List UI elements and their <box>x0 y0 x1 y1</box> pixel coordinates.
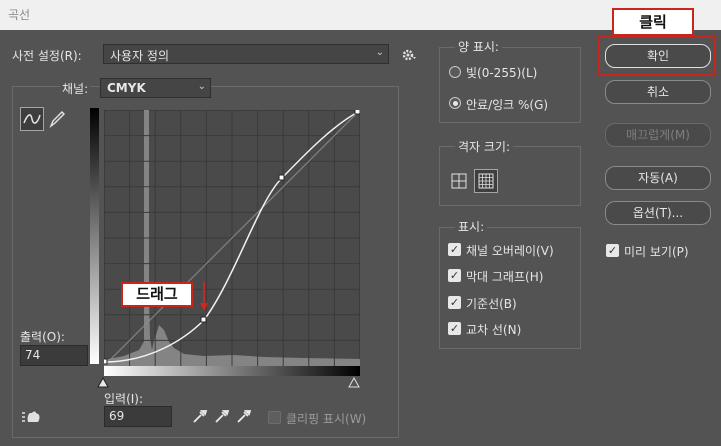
histogram-checkbox[interactable]: ✓ <box>448 269 461 282</box>
white-point-slider[interactable] <box>348 377 360 389</box>
preview-label: 미리 보기(P) <box>624 245 689 259</box>
channel-value: CMYK <box>107 81 146 95</box>
output-field[interactable]: 74 <box>20 345 88 366</box>
output-gradient-bar <box>90 108 99 364</box>
channel-label: 채널: <box>60 80 91 97</box>
channel-dropdown[interactable]: CMYK ⌄ <box>100 78 211 98</box>
grid-coarse-icon <box>451 173 467 189</box>
eyedropper-white-icon[interactable] <box>236 408 252 424</box>
grid-fine-icon <box>478 173 494 189</box>
curve-point[interactable] <box>278 174 285 181</box>
baseline-checkbox[interactable]: ✓ <box>448 296 461 309</box>
radio-pigment[interactable] <box>449 97 461 109</box>
grid-size-title: 격자 크기: <box>455 138 514 155</box>
preview-checkbox[interactable]: ✓ <box>606 244 619 257</box>
radio-pigment-label: 안료/잉크 %(G) <box>466 98 549 112</box>
eyedropper-black-icon[interactable] <box>192 408 208 424</box>
curve-point[interactable] <box>104 358 108 365</box>
preset-dropdown[interactable]: 사용자 정의 ⌄ <box>103 44 389 64</box>
grid-fine-button[interactable] <box>474 169 498 193</box>
arrow-down-icon <box>200 282 208 311</box>
input-gradient-bar <box>104 366 360 376</box>
black-point-slider[interactable] <box>97 377 109 389</box>
channel-overlay-label: 채널 오버레이(V) <box>466 244 554 258</box>
input-field[interactable]: 69 <box>104 406 172 427</box>
pencil-icon <box>49 111 65 129</box>
curve-point[interactable] <box>200 316 207 323</box>
window-title: 곡선 <box>8 8 31 22</box>
baseline-label: 기준선(B) <box>466 297 517 311</box>
curve-point[interactable] <box>354 110 360 115</box>
channel-overlay-checkbox[interactable]: ✓ <box>448 243 461 256</box>
curve-graph[interactable] <box>104 110 360 366</box>
show-title: 표시: <box>455 218 488 235</box>
radio-light[interactable] <box>449 66 461 78</box>
chevron-down-icon: ⌄ <box>375 47 384 58</box>
preset-value: 사용자 정의 <box>110 49 170 63</box>
amount-display-title: 양 표시: <box>455 38 502 55</box>
cancel-button[interactable]: 취소 <box>605 80 711 104</box>
curve-tool-button[interactable] <box>20 107 44 131</box>
auto-button[interactable]: 자동(A) <box>605 166 711 190</box>
intersection-checkbox[interactable]: ✓ <box>448 322 461 335</box>
curve-tool-icon <box>23 114 41 124</box>
intersection-label: 교차 선(N) <box>466 323 522 337</box>
click-callout: 클릭 <box>612 8 694 36</box>
output-label: 출력(O): <box>20 330 65 344</box>
pencil-tool-button[interactable] <box>46 108 68 130</box>
clipping-label: 클리핑 표시(W) <box>286 412 367 426</box>
eyedropper-gray-icon[interactable] <box>214 408 230 424</box>
drag-callout: 드래그 <box>121 282 193 307</box>
targeted-adjustment-icon[interactable] <box>20 408 42 426</box>
preset-label: 사전 설정(R): <box>12 49 82 63</box>
ok-button[interactable]: 확인 <box>605 44 711 68</box>
input-label: 입력(I): <box>104 392 144 406</box>
clipping-checkbox[interactable] <box>268 411 281 424</box>
smooth-button[interactable]: 매끄럽게(M) <box>605 123 711 147</box>
radio-light-label: 빛(0-255)(L) <box>466 66 538 80</box>
chevron-down-icon: ⌄ <box>197 81 206 92</box>
grid-coarse-button[interactable] <box>448 170 470 192</box>
options-button[interactable]: 옵션(T)... <box>605 201 711 225</box>
histogram-label: 막대 그래프(H) <box>466 270 544 284</box>
gear-icon[interactable] <box>402 48 418 62</box>
